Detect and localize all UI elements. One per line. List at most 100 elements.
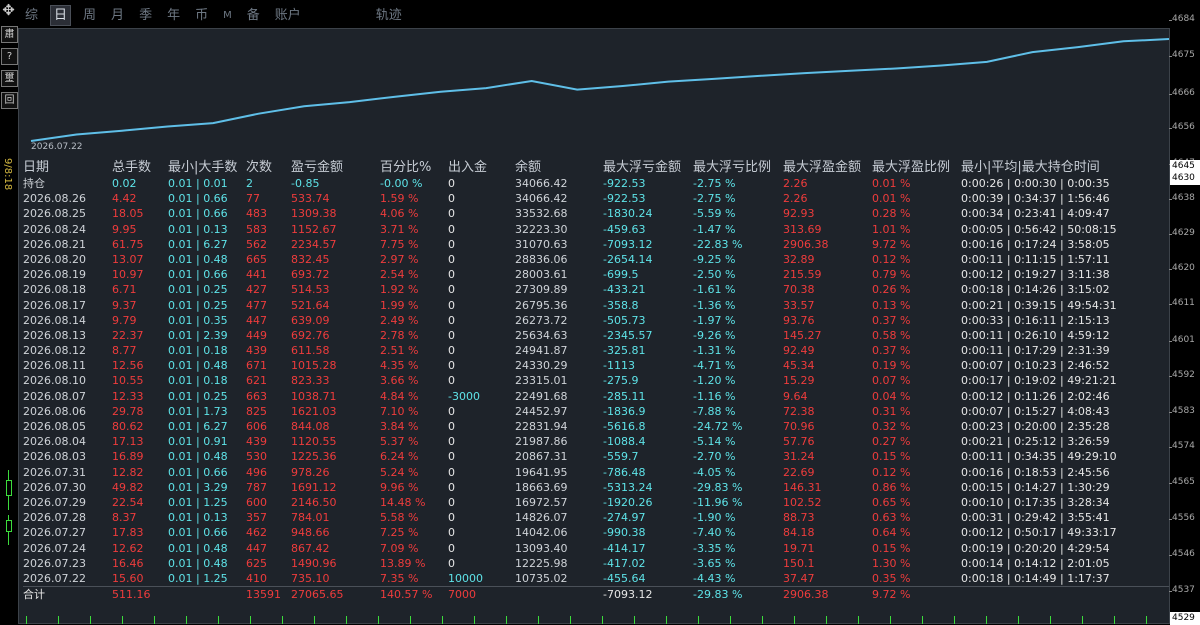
tab-weekly[interactable]: 周: [80, 6, 99, 25]
time-tick-mark: [794, 616, 795, 624]
cell-percent: 7.10 %: [380, 404, 419, 418]
table-row[interactable]: 2026.08.07 12.33 0.01 | 0.25 663 1038.71 4.84…: [23, 389, 1169, 404]
cell-count: 600: [246, 495, 267, 509]
cell-hold-time: 0:00:15 | 0:14:27 | 1:30:29: [961, 480, 1110, 494]
table-row[interactable]: 2026.08.14 9.79 0.01 | 0.35 447 639.09 2.49 %…: [23, 313, 1169, 328]
cell-total-lots: 10.97: [112, 268, 144, 282]
cell-max-float-profit-pct: 0.31 %: [872, 404, 911, 418]
header-hold-time[interactable]: 最小|平均|最大持仓时间: [961, 159, 1100, 176]
header-profit[interactable]: 盈亏金额: [291, 159, 343, 176]
table-row[interactable]: 2026.08.25 18.05 0.01 | 0.66 483 1309.38 4.06…: [23, 206, 1169, 221]
cell-balance: 13093.40: [515, 541, 568, 555]
price-tick-label: 4684: [1169, 14, 1195, 24]
tab-notes[interactable]: 备: [244, 6, 263, 25]
header-min-max-lots[interactable]: 最小|大手数: [168, 159, 237, 176]
cell-max-float-profit-pct: 0.12 %: [872, 465, 911, 479]
table-row[interactable]: 2026.07.24 12.62 0.01 | 0.48 447 867.42 7.09 …: [23, 541, 1169, 556]
header-date[interactable]: 日期: [23, 159, 49, 176]
cell-min-max-lots: 0.01 | 0.25: [168, 298, 228, 312]
move-icon[interactable]: ✥: [1, 3, 16, 18]
table-row[interactable]: 2026.08.03 16.89 0.01 | 0.48 530 1225.36 6.24…: [23, 449, 1169, 464]
cell-deposit: 0: [448, 480, 455, 494]
cell-percent: 9.96 %: [380, 480, 419, 494]
price-tick-label: 4611: [1169, 298, 1195, 308]
cell-profit: 1225.36: [291, 450, 337, 464]
header-count[interactable]: 次数: [246, 159, 272, 176]
daily-stats-table: 日期 总手数 最小|大手数 次数 盈亏金额 百分比% 出入金 余额 最大浮亏金额…: [23, 159, 1169, 602]
cell-max-float-loss: -358.8: [603, 298, 639, 312]
cell-hold-time: 0:00:10 | 0:17:35 | 3:28:34: [961, 495, 1110, 509]
table-row[interactable]: 2026.08.20 13.07 0.01 | 0.48 665 832.45 2.97 …: [23, 252, 1169, 267]
bottom-time-ticks: [18, 616, 1170, 624]
table-row[interactable]: 2026.08.11 12.56 0.01 | 0.48 671 1015.28 4.35…: [23, 358, 1169, 373]
cell-count: 483: [246, 207, 267, 221]
header-deposit[interactable]: 出入金: [448, 159, 487, 176]
tab-daily[interactable]: 日: [50, 4, 72, 26]
header-max-float-loss-pct[interactable]: 最大浮亏比例: [693, 159, 771, 176]
tab-summary[interactable]: 综: [22, 6, 41, 25]
toolbar-icon-3[interactable]: 璽: [1, 70, 18, 87]
cell-percent: 2.78 %: [380, 328, 419, 342]
tab-quarterly[interactable]: 季: [136, 6, 155, 25]
table-row[interactable]: 2026.07.31 12.82 0.01 | 0.66 496 978.26 5.24 …: [23, 465, 1169, 480]
tab-yearly[interactable]: 年: [164, 6, 183, 25]
cell-max-float-loss: -1088.4: [603, 435, 646, 449]
cell-max-float-profit-pct: 0.37 %: [872, 344, 911, 358]
table-row[interactable]: 2026.08.13 22.37 0.01 | 2.39 449 692.76 2.78 …: [23, 328, 1169, 343]
table-row[interactable]: 2026.08.21 61.75 0.01 | 6.27 562 2234.57 7.75…: [23, 237, 1169, 252]
cell-max-float-loss-pct: -2.50 %: [693, 268, 736, 282]
table-row[interactable]: 2026.07.29 22.54 0.01 | 1.25 600 2146.50 14.4…: [23, 495, 1169, 510]
table-row[interactable]: 2026.08.06 29.78 0.01 | 1.73 825 1621.03 7.10…: [23, 404, 1169, 419]
table-row[interactable]: 2026.08.10 10.55 0.01 | 0.18 621 823.33 3.66 …: [23, 373, 1169, 388]
cell-max-float-profit: 145.27: [783, 328, 822, 342]
table-row[interactable]: 2026.07.30 49.82 0.01 | 3.29 787 1691.12 9.96…: [23, 480, 1169, 495]
header-max-float-loss[interactable]: 最大浮亏金额: [603, 159, 681, 176]
cell-max-float-loss-pct: -2.75 %: [693, 192, 736, 206]
position-row[interactable]: 持仓 0.02 0.01 | 0.01 2 -0.85 -0.00 % 0 34066.42 -…: [23, 176, 1169, 191]
table-row[interactable]: 2026.07.22 15.60 0.01 | 1.25 410 735.10 7.35 …: [23, 571, 1169, 586]
cell-date: 2026.08.20: [23, 252, 86, 266]
tab-currency[interactable]: 币: [192, 6, 211, 25]
cell-date: 2026.08.25: [23, 207, 86, 221]
cell-max-float-profit: 313.69: [783, 222, 822, 236]
cell-date: 2026.08.13: [23, 328, 86, 342]
table-row[interactable]: 2026.08.18 6.71 0.01 | 0.25 427 514.53 1.92 %…: [23, 282, 1169, 297]
tab-m[interactable]: M: [220, 6, 235, 25]
cell-min-max-lots: 0.01 | 0.01: [168, 177, 228, 190]
table-row[interactable]: 2026.08.12 8.77 0.01 | 0.18 439 611.58 2.51 %…: [23, 343, 1169, 358]
cell-balance: 32223.30: [515, 222, 568, 236]
time-tick-mark: [1146, 616, 1147, 624]
toolbar-icon-4[interactable]: 回: [1, 92, 18, 109]
table-row[interactable]: 2026.08.05 80.62 0.01 | 6.27 606 844.08 3.84 …: [23, 419, 1169, 434]
header-max-float-profit-pct[interactable]: 最大浮盈比例: [872, 159, 950, 176]
cell-total-lots: 22.37: [112, 328, 144, 342]
cell-max-float-loss-pct: -1.31 %: [693, 344, 736, 358]
tab-account[interactable]: 账户: [272, 6, 304, 25]
table-row[interactable]: 2026.07.28 8.37 0.01 | 0.13 357 784.01 5.58 %…: [23, 510, 1169, 525]
cell-count: 447: [246, 541, 267, 555]
header-total-lots[interactable]: 总手数: [112, 159, 151, 176]
table-row[interactable]: 2026.08.17 9.37 0.01 | 0.25 477 521.64 1.99 %…: [23, 298, 1169, 313]
cell-max-float-profit: 102.52: [783, 495, 822, 509]
cell-max-float-loss-pct: -4.05 %: [693, 465, 736, 479]
table-row[interactable]: 2026.08.19 10.97 0.01 | 0.66 441 693.72 2.54 …: [23, 267, 1169, 282]
cell-max-float-loss: -5616.8: [603, 420, 646, 433]
tab-monthly[interactable]: 月: [108, 6, 127, 25]
cell-max-float-loss: -459.63: [603, 222, 646, 236]
cell-date: 2026.08.24: [23, 222, 86, 236]
table-row[interactable]: 2026.08.26 4.42 0.01 | 0.66 77 533.74 1.59 % 0…: [23, 191, 1169, 206]
table-row[interactable]: 2026.07.23 16.46 0.01 | 0.48 625 1490.96 13.8…: [23, 556, 1169, 571]
tab-track[interactable]: 轨迹: [373, 6, 405, 25]
help-icon[interactable]: ?: [1, 48, 18, 65]
table-row[interactable]: 2026.08.24 9.95 0.01 | 0.13 583 1152.67 3.71 …: [23, 222, 1169, 237]
cell-profit: 823.33: [291, 374, 330, 388]
toolbar-icon-1[interactable]: 肅: [1, 26, 18, 43]
table-row[interactable]: 2026.08.04 17.13 0.01 | 0.91 439 1120.55 5.37…: [23, 434, 1169, 449]
header-balance[interactable]: 余额: [515, 159, 541, 176]
cell-date: 2026.08.04: [23, 435, 86, 449]
table-row[interactable]: 2026.07.27 17.83 0.01 | 0.66 462 948.66 7.25 …: [23, 525, 1169, 540]
cell-count: 663: [246, 389, 267, 403]
time-tick-mark: [1082, 616, 1083, 624]
header-max-float-profit[interactable]: 最大浮盈金额: [783, 159, 861, 176]
header-percent[interactable]: 百分比%: [380, 159, 431, 176]
